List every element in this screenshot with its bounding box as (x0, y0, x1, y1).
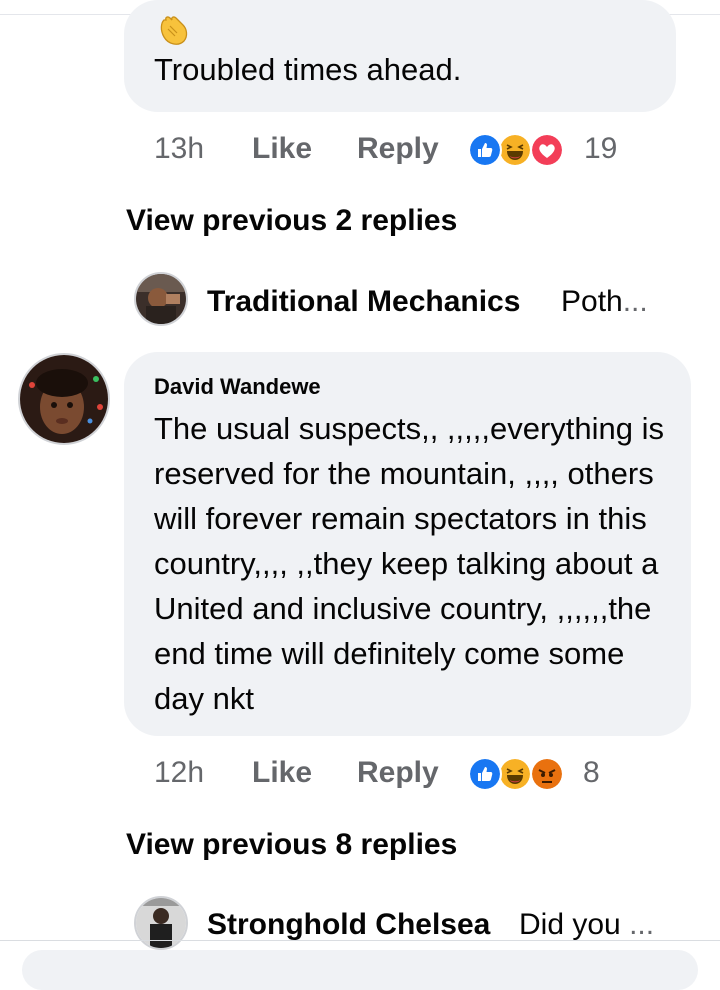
traditional-mechanics-avatar-image (136, 274, 186, 324)
reply-snippet: Did you (519, 908, 621, 941)
reply-button[interactable]: Reply (357, 756, 439, 790)
reply-snippet: Poth (561, 285, 623, 318)
view-previous-replies-link[interactable]: View previous 2 replies (126, 204, 457, 238)
like-reaction-icon (468, 133, 502, 167)
love-reaction-icon (530, 133, 564, 167)
reply-preview-text[interactable]: Poth... (561, 285, 648, 319)
comment-text: Troubled times ahead. (154, 52, 462, 87)
reply-author-name[interactable]: Stronghold Chelsea (207, 908, 490, 942)
comment-timestamp[interactable]: 12h (154, 756, 204, 790)
avatar[interactable] (134, 272, 188, 326)
like-reaction-icon (468, 757, 502, 791)
like-button[interactable]: Like (252, 132, 312, 166)
comment-composer-input[interactable] (22, 950, 698, 990)
reaction-count[interactable]: 19 (584, 132, 617, 166)
view-previous-replies-link[interactable]: View previous 8 replies (126, 828, 457, 862)
reaction-count[interactable]: 8 (583, 756, 600, 790)
clapping-hands-emoji-icon (160, 16, 188, 45)
reply-ellipsis: ... (629, 908, 655, 941)
reply-preview-text[interactable]: Did you ... (519, 908, 654, 942)
reply-button[interactable]: Reply (357, 132, 439, 166)
haha-reaction-icon (498, 133, 532, 167)
composer-divider (0, 940, 720, 941)
david-wandewe-avatar-image (20, 355, 108, 443)
haha-reaction-icon (498, 757, 532, 791)
reply-ellipsis: ... (622, 285, 648, 318)
reply-author-name[interactable]: Traditional Mechanics (207, 285, 520, 319)
comment-timestamp[interactable]: 13h (154, 132, 204, 166)
avatar[interactable] (18, 353, 110, 445)
like-button[interactable]: Like (252, 756, 312, 790)
avatar[interactable] (134, 896, 188, 950)
angry-reaction-icon (530, 757, 564, 791)
comment-text: The usual suspects,, ,,,,,everything is … (154, 411, 665, 716)
comment-author-name[interactable]: David Wandewe (154, 374, 321, 400)
